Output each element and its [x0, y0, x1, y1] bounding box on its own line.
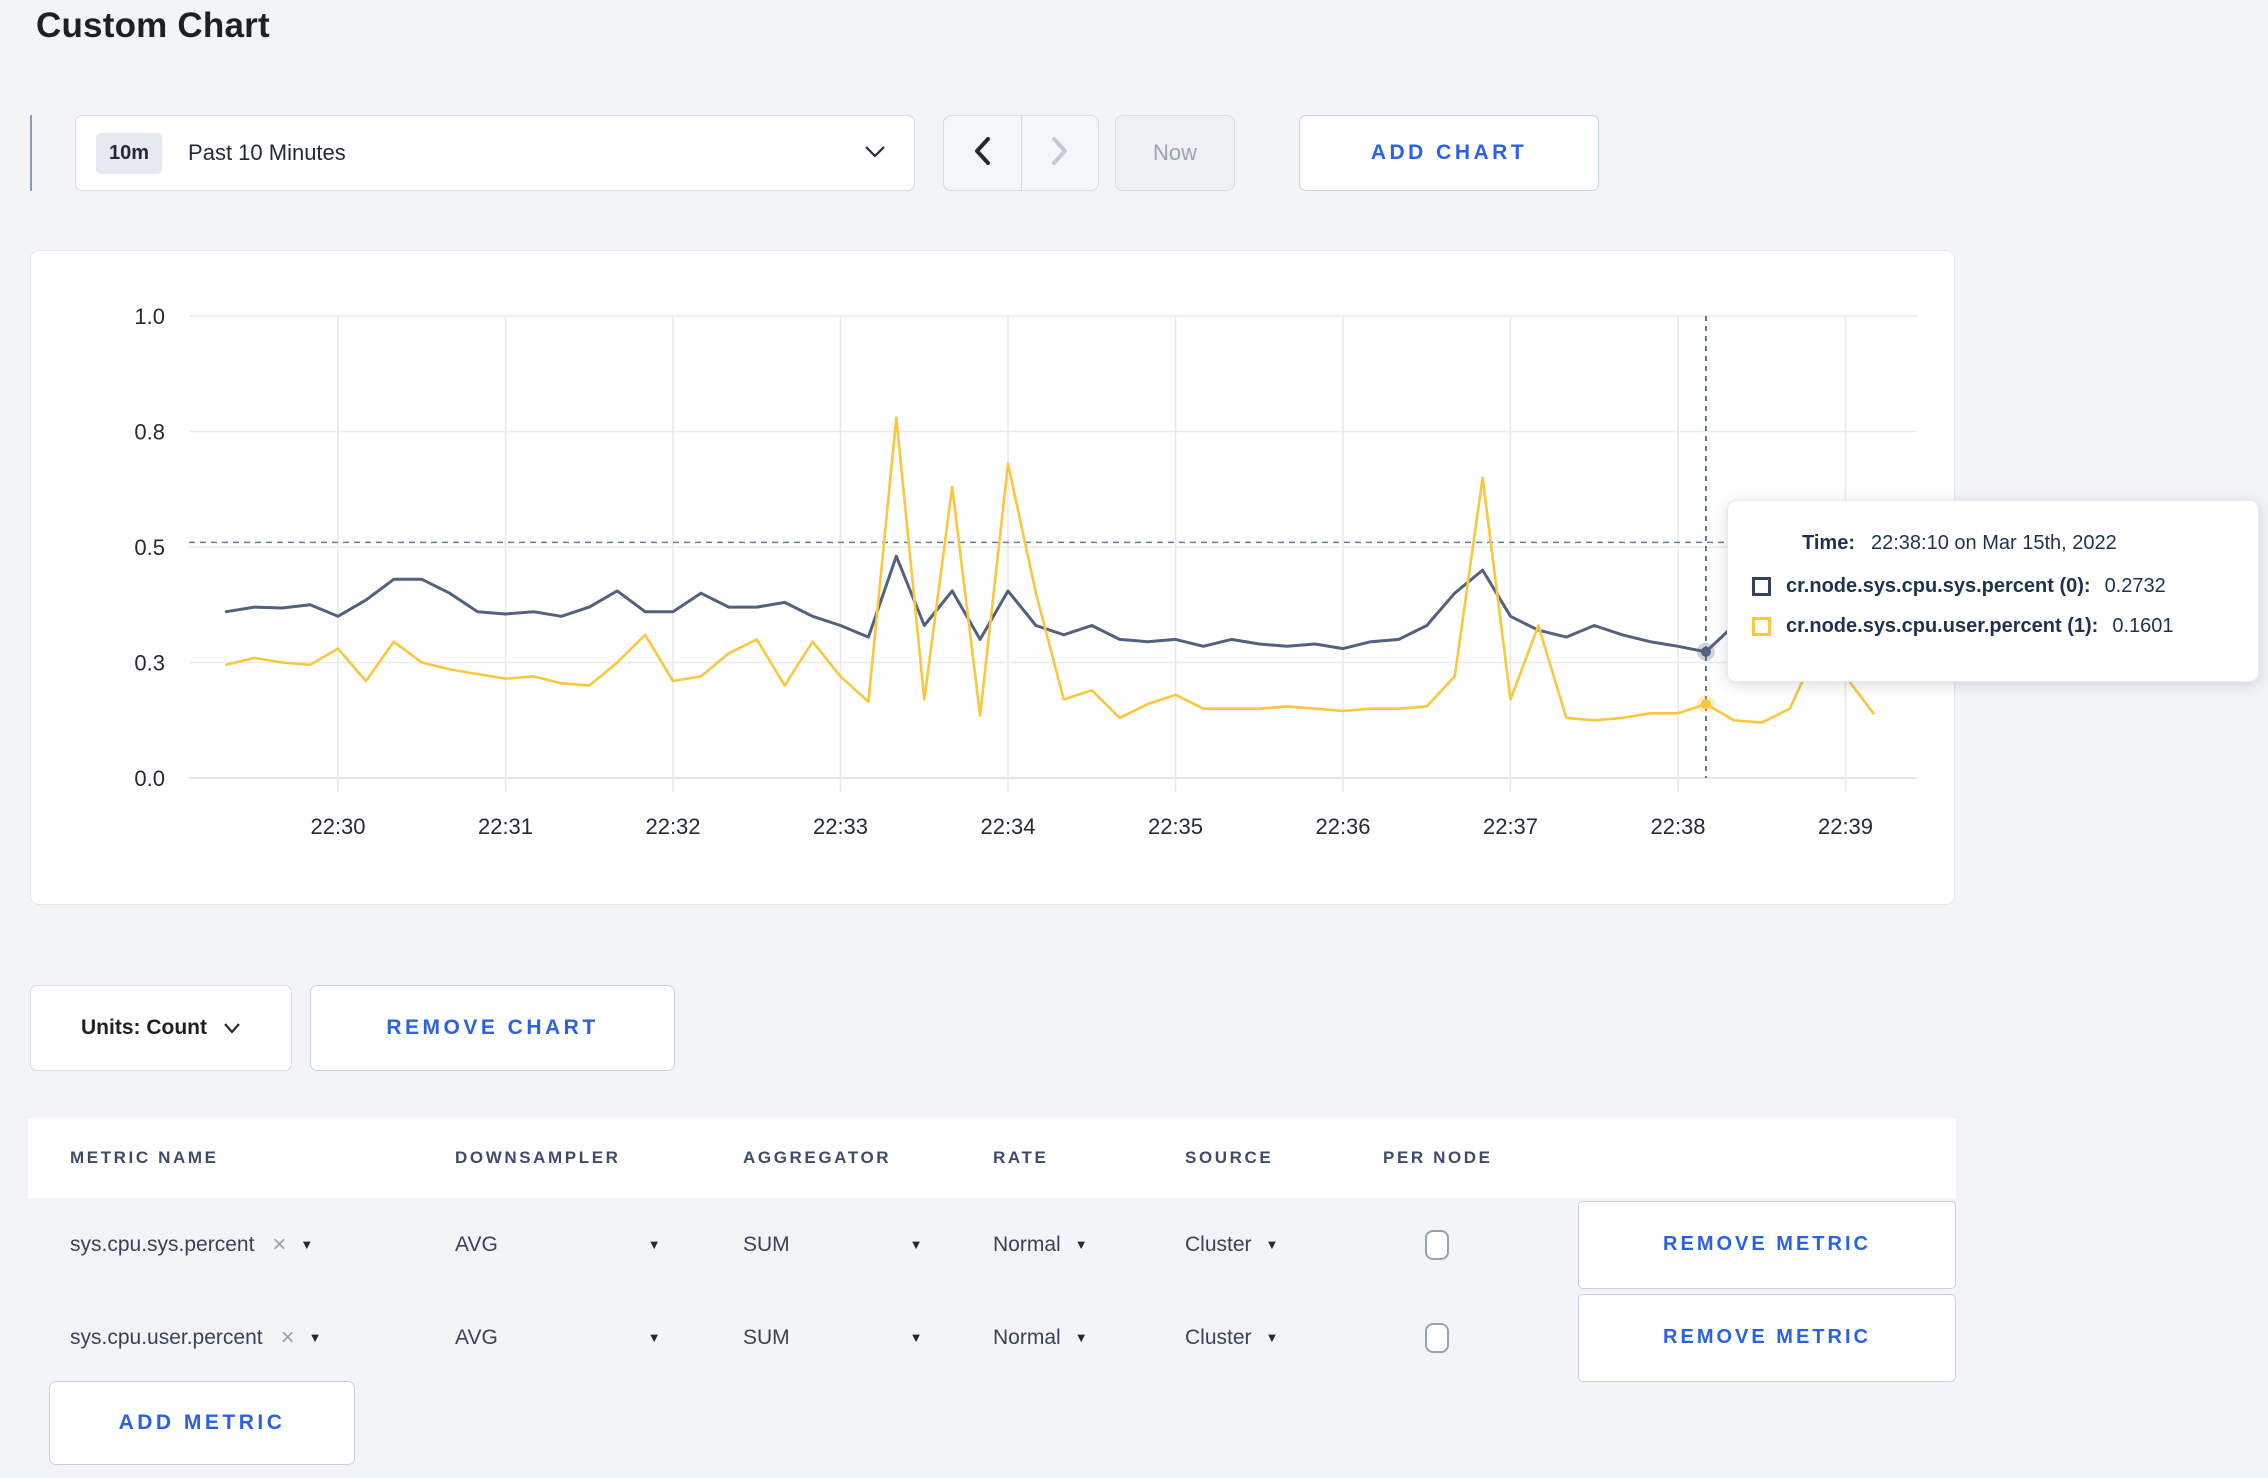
metric-name-value[interactable]: sys.cpu.sys.percent [70, 1233, 254, 1257]
y-axis-tick-label: 0.0 [134, 766, 165, 791]
series-line-user [225, 416, 1875, 724]
remove-metric-button[interactable]: REMOVE METRIC [1578, 1200, 1956, 1289]
metric-name-value[interactable]: sys.cpu.user.percent [70, 1326, 263, 1350]
time-back-button[interactable] [944, 116, 1022, 190]
clear-metric-icon[interactable]: × [272, 1231, 286, 1259]
col-header-source: SOURCE [1185, 1148, 1274, 1167]
time-range-label: Past 10 Minutes [188, 140, 346, 165]
toolbar-left-divider [30, 115, 32, 191]
series-swatch-sys-icon [1752, 577, 1771, 596]
time-range-badge: 10m [96, 132, 163, 174]
rate-select[interactable]: Normal [993, 1233, 1061, 1257]
x-axis-tick-label: 22:31 [478, 814, 533, 839]
x-axis-tick-label: 22:38 [1650, 814, 1705, 839]
per-node-checkbox[interactable] [1425, 1229, 1449, 1260]
col-header-aggregator: AGGREGATOR [743, 1148, 892, 1167]
col-header-downsampler: DOWNSAMPLER [455, 1148, 621, 1167]
metrics-table: METRIC NAME DOWNSAMPLER AGGREGATOR RATE … [28, 1118, 1956, 1384]
caret-down-icon[interactable]: ▼ [910, 1330, 923, 1345]
caret-down-icon[interactable]: ▼ [1266, 1330, 1279, 1345]
hover-point [1700, 699, 1711, 710]
now-button[interactable]: Now [1115, 115, 1235, 191]
tooltip-series-value: 0.2732 [2104, 575, 2166, 597]
rate-select[interactable]: Normal [993, 1326, 1061, 1350]
caret-down-icon[interactable]: ▼ [648, 1330, 661, 1345]
series-swatch-user-icon [1752, 617, 1771, 636]
x-axis-tick-label: 22:35 [1148, 814, 1203, 839]
y-axis-tick-label: 0.5 [134, 535, 165, 560]
metrics-table-header: METRIC NAME DOWNSAMPLER AGGREGATOR RATE … [28, 1118, 1956, 1198]
metric-row: sys.cpu.user.percent × ▼ AVG ▼ SUM ▼ Norma… [28, 1291, 1956, 1384]
add-metric-button[interactable]: ADD METRIC [49, 1381, 355, 1465]
remove-metric-button[interactable]: REMOVE METRIC [1578, 1293, 1956, 1382]
aggregator-select[interactable]: SUM [743, 1326, 790, 1350]
caret-down-icon[interactable]: ▼ [910, 1237, 923, 1252]
y-axis-tick-label: 0.3 [134, 651, 165, 676]
x-axis-tick-label: 22:39 [1818, 814, 1873, 839]
tooltip-series-row: cr.node.sys.cpu.sys.percent (0): 0.2732 [1752, 575, 2232, 598]
time-range-select[interactable]: 10m Past 10 Minutes [75, 115, 915, 191]
clear-metric-icon[interactable]: × [281, 1324, 295, 1352]
x-axis-tick-label: 22:32 [645, 814, 700, 839]
series-line-sys [224, 554, 1875, 654]
metric-row: sys.cpu.sys.percent × ▼ AVG ▼ SUM ▼ Normal… [28, 1198, 1956, 1291]
tooltip-series-label: cr.node.sys.cpu.user.percent (1): [1786, 615, 2099, 637]
y-axis-tick-label: 0.8 [134, 420, 165, 445]
remove-chart-button[interactable]: REMOVE CHART [310, 985, 675, 1071]
caret-down-icon[interactable]: ▼ [300, 1237, 313, 1252]
col-header-rate: RATE [993, 1148, 1049, 1167]
tooltip-series-value: 0.1601 [2112, 615, 2174, 637]
chart-card: 0.0 0.3 0.5 0.8 1.0 22:30 22:31 22:32 22:33 22:34… [30, 250, 1955, 905]
chevron-left-icon [973, 136, 991, 170]
units-select[interactable]: Units: Count [30, 985, 292, 1071]
chart-tooltip: Time: 22:38:10 on Mar 15th, 2022 cr.node.… [1727, 500, 2259, 682]
caret-down-icon[interactable]: ▼ [1075, 1237, 1088, 1252]
x-axis-tick-label: 22:36 [1315, 814, 1370, 839]
source-select[interactable]: Cluster [1185, 1326, 1252, 1350]
time-nav-arrows [943, 115, 1099, 191]
add-chart-button[interactable]: ADD CHART [1299, 115, 1599, 191]
chevron-down-icon [223, 1016, 241, 1040]
caret-down-icon[interactable]: ▼ [1266, 1237, 1279, 1252]
tooltip-time-value: 22:38:10 on Mar 15th, 2022 [1870, 532, 2117, 554]
tooltip-time-label: Time: [1802, 532, 1855, 554]
time-forward-button[interactable] [1022, 116, 1099, 190]
custom-chart-page: Custom Chart 10m Past 10 Minutes Now ADD… [0, 0, 2268, 1478]
col-header-per-node: PER NODE [1383, 1148, 1493, 1167]
timeseries-chart[interactable]: 0.0 0.3 0.5 0.8 1.0 22:30 22:31 22:32 22:33 22:34… [31, 251, 1954, 904]
units-label: Units: Count [81, 1016, 207, 1039]
caret-down-icon[interactable]: ▼ [648, 1237, 661, 1252]
y-axis-tick-label: 1.0 [134, 304, 165, 329]
tooltip-series-label: cr.node.sys.cpu.sys.percent (0): [1786, 575, 2091, 597]
x-axis-tick-label: 22:34 [980, 814, 1035, 839]
downsampler-select[interactable]: AVG [455, 1233, 498, 1257]
col-header-metric-name: METRIC NAME [70, 1148, 219, 1167]
source-select[interactable]: Cluster [1185, 1233, 1252, 1257]
x-axis-tick-label: 22:37 [1483, 814, 1538, 839]
x-axis-tick-label: 22:33 [813, 814, 868, 839]
downsampler-select[interactable]: AVG [455, 1326, 498, 1350]
caret-down-icon[interactable]: ▼ [1075, 1330, 1088, 1345]
aggregator-select[interactable]: SUM [743, 1233, 790, 1257]
x-axis-tick-label: 22:30 [310, 814, 365, 839]
chevron-right-icon [1051, 136, 1069, 170]
tooltip-series-row: cr.node.sys.cpu.user.percent (1): 0.1601 [1752, 615, 2232, 638]
caret-down-icon[interactable]: ▼ [309, 1330, 322, 1345]
page-title: Custom Chart [36, 6, 270, 45]
per-node-checkbox[interactable] [1425, 1322, 1449, 1353]
chevron-down-icon [864, 144, 886, 163]
tooltip-time: Time: 22:38:10 on Mar 15th, 2022 [1802, 532, 2232, 555]
hover-point [1700, 646, 1711, 657]
